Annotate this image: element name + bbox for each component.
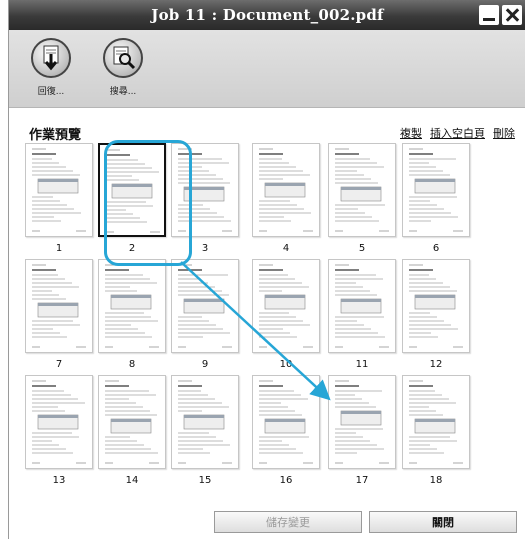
page-number: 16 [279, 475, 293, 486]
page-number: 4 [282, 243, 290, 254]
save-changes-button[interactable]: 儲存變更 [214, 511, 362, 533]
window-title: Job 11 : Document_002.pdf [151, 6, 384, 24]
page-thumbnail[interactable] [171, 259, 239, 353]
page-thumbnail[interactable] [402, 259, 470, 353]
page-thumbnail[interactable] [98, 259, 166, 353]
page-number: 2 [128, 243, 136, 254]
page-actions: 複製 插入空白頁 刪除 [400, 125, 515, 141]
page-content-preview [259, 148, 313, 232]
search-label: 搜尋... [109, 87, 137, 97]
minimize-icon[interactable] [479, 5, 499, 25]
page-content-preview [106, 149, 160, 233]
page-thumbnail[interactable] [252, 375, 320, 469]
search-button[interactable]: 搜尋... [93, 38, 153, 97]
page-content-preview [178, 148, 232, 232]
page-content-preview [178, 380, 232, 464]
page-number: 8 [128, 359, 136, 370]
page-number: 18 [429, 475, 443, 486]
page-number: 11 [355, 359, 369, 370]
page-thumbnail[interactable] [328, 143, 396, 237]
page-number: 15 [198, 475, 212, 486]
page-number: 9 [201, 359, 209, 370]
page-thumbnail[interactable] [252, 259, 320, 353]
window-controls [479, 5, 522, 25]
page-thumbnail[interactable] [402, 375, 470, 469]
page-thumbnail[interactable] [25, 143, 93, 237]
page-content-preview [32, 380, 86, 464]
page-thumbnail[interactable] [252, 143, 320, 237]
close-icon[interactable] [502, 5, 522, 25]
copy-link[interactable]: 複製 [400, 125, 422, 141]
close-button[interactable]: 關閉 [369, 511, 517, 533]
page-thumbnail[interactable] [328, 259, 396, 353]
page-number: 17 [355, 475, 369, 486]
download-restore-icon [31, 38, 71, 78]
page-number: 7 [55, 359, 63, 370]
title-bar: Job 11 : Document_002.pdf [9, 0, 525, 30]
page-number: 3 [201, 243, 209, 254]
page-content-preview [105, 264, 159, 348]
page-content-preview [259, 264, 313, 348]
page-number: 5 [358, 243, 366, 254]
page-content-preview [32, 148, 86, 232]
page-content-preview [409, 264, 463, 348]
delete-link[interactable]: 刪除 [493, 125, 515, 141]
page-number: 12 [429, 359, 443, 370]
page-number: 14 [125, 475, 139, 486]
page-number: 6 [432, 243, 440, 254]
page-content-preview [335, 148, 389, 232]
page-thumbnail[interactable] [171, 375, 239, 469]
page-content-preview [409, 380, 463, 464]
section-heading: 作業預覽 [29, 128, 82, 143]
insert-blank-page-link[interactable]: 插入空白頁 [430, 125, 485, 141]
page-number: 1 [55, 243, 63, 254]
page-thumbnail[interactable] [402, 143, 470, 237]
page-thumbnail[interactable] [98, 375, 166, 469]
page-number: 13 [52, 475, 66, 486]
page-thumbnail[interactable] [25, 259, 93, 353]
page-content-preview [105, 380, 159, 464]
restore-label: 回復... [37, 87, 65, 97]
search-document-icon [103, 38, 143, 78]
page-content-preview [335, 264, 389, 348]
page-thumbnail[interactable] [328, 375, 396, 469]
document-job-window: Job 11 : Document_002.pdf 回復... 搜尋... 作業… [8, 0, 525, 539]
page-content-preview [259, 380, 313, 464]
page-thumbnail[interactable] [25, 375, 93, 469]
preview-header: 作業預覽 複製 插入空白頁 刪除 [29, 122, 519, 143]
restore-button[interactable]: 回復... [21, 38, 81, 97]
toolbar: 回復... 搜尋... [9, 30, 525, 108]
page-content-preview [409, 148, 463, 232]
page-number: 10 [279, 359, 293, 370]
page-content-preview [178, 264, 232, 348]
page-thumbnail[interactable] [171, 143, 239, 237]
page-content-preview [32, 264, 86, 348]
page-thumbnail[interactable] [98, 143, 166, 237]
footer-bar: 儲存變更 關閉 [9, 509, 525, 539]
page-content-preview [335, 380, 389, 464]
